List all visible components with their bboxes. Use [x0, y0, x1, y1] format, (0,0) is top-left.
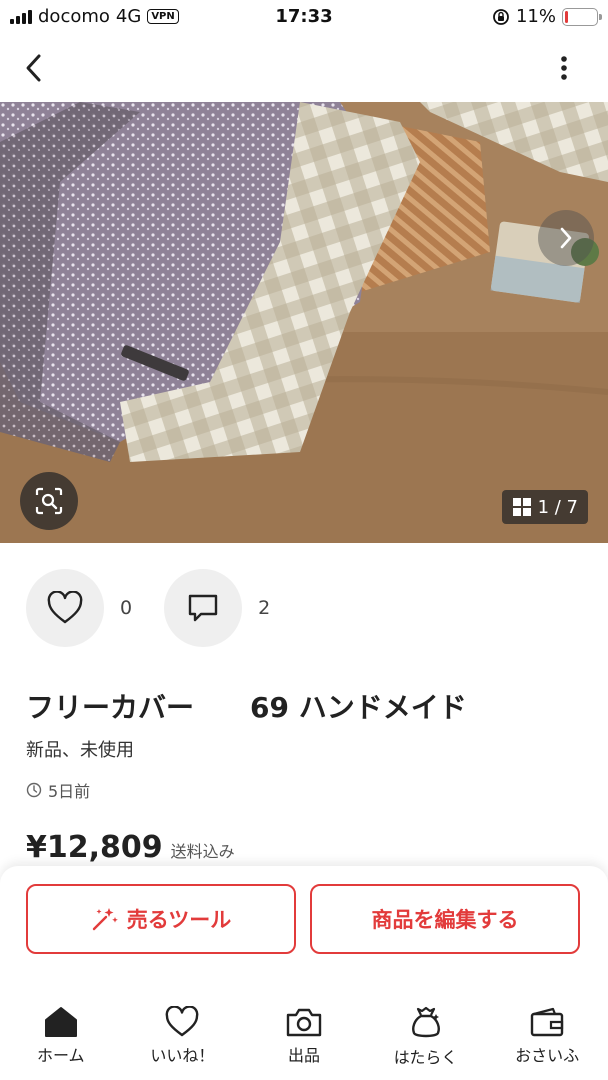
next-image-button[interactable]: [538, 210, 594, 266]
tab-home[interactable]: ホーム: [0, 1006, 122, 1080]
magic-wand-icon: [92, 908, 118, 931]
battery-icon: [562, 7, 602, 26]
product-image-gallery[interactable]: 1 / 7: [0, 102, 608, 543]
image-counter-label: 1 / 7: [537, 496, 578, 518]
tab-wallet[interactable]: おさいふ: [486, 1006, 608, 1080]
price: ¥12,809: [26, 830, 163, 865]
more-vertical-icon: [561, 56, 567, 80]
grid-icon: [512, 498, 531, 516]
image-search-icon: [35, 487, 63, 515]
status-right: 11%: [492, 6, 602, 27]
home-icon: [44, 1007, 77, 1037]
image-search-button[interactable]: [20, 472, 78, 530]
posted-time-label: 5日前: [48, 782, 91, 801]
camera-icon: [286, 1008, 322, 1037]
tab-likes[interactable]: いいね！: [122, 1006, 244, 1080]
more-button[interactable]: [544, 48, 584, 88]
item-actions: 0 2: [26, 569, 302, 647]
item-condition: 新品、未使用: [26, 740, 134, 761]
clock-icon: [26, 782, 42, 798]
price-row: ¥12,809 送料込み: [26, 830, 235, 865]
back-button[interactable]: [14, 48, 54, 88]
sell-tool-label: 売るツール: [126, 908, 232, 932]
edit-item-button[interactable]: 商品を編集する: [310, 884, 580, 954]
bottom-action-sheet: 売るツール 商品を編集する ホーム いいね！ 出品 はたらく おさいふ: [0, 866, 608, 1080]
image-counter[interactable]: 1 / 7: [501, 490, 588, 524]
money-bag-icon: [411, 1006, 440, 1038]
item-title: フリーカバー 69 ハンドメイド: [26, 691, 467, 724]
tab-home-label: ホーム: [37, 1046, 85, 1065]
heart-icon: [47, 591, 83, 624]
wallet-icon: [530, 1007, 564, 1037]
tab-bar: ホーム いいね！ 出品 はたらく おさいふ: [0, 1006, 608, 1080]
shipping-label: 送料込み: [170, 842, 235, 861]
tab-likes-label: いいね！: [150, 1046, 215, 1065]
comment-count: 2: [258, 597, 271, 619]
tab-listing-label: 出品: [287, 1046, 320, 1065]
product-photo: [0, 102, 608, 543]
nav-bar: [0, 34, 608, 102]
like-button[interactable]: [26, 569, 104, 647]
chevron-right-icon: [560, 227, 572, 249]
edit-item-label: 商品を編集する: [371, 908, 519, 932]
comment-button[interactable]: [164, 569, 243, 647]
battery-percent: 11%: [515, 6, 556, 27]
tab-listing[interactable]: 出品: [243, 1006, 365, 1080]
tab-work-label: はたらく: [393, 1048, 458, 1067]
status-bar: docomo 4G VPN 17:33 11%: [0, 0, 608, 34]
posted-time: 5日前: [26, 778, 90, 802]
heart-icon: [166, 1006, 199, 1037]
tab-work[interactable]: はたらく: [365, 1006, 487, 1080]
chevron-left-icon: [26, 54, 41, 82]
orientation-lock-icon: [493, 8, 509, 25]
comment-icon: [188, 594, 218, 622]
tab-wallet-label: おさいふ: [515, 1046, 580, 1065]
like-count: 0: [120, 597, 133, 619]
sell-tool-button[interactable]: 売るツール: [26, 884, 296, 954]
